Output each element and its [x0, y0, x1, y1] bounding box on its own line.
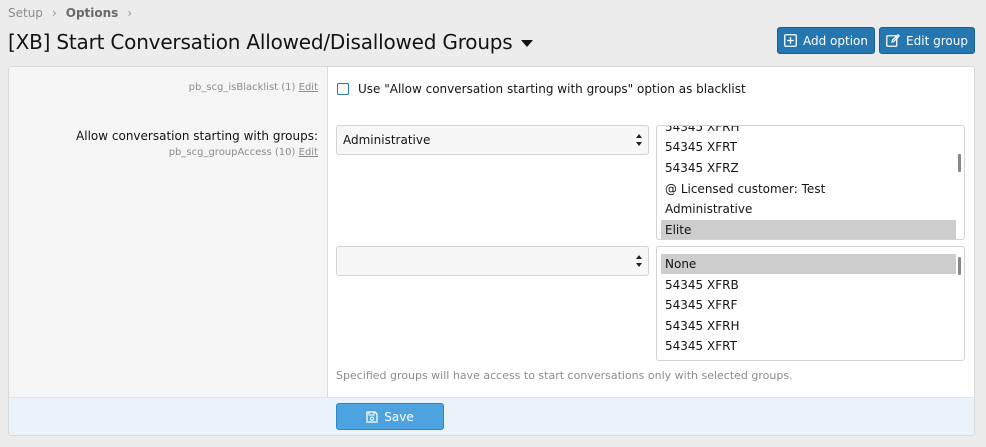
list-item[interactable]: @ Licensed customer: Test — [661, 179, 956, 199]
group-listbox-2[interactable]: None 54345 XFRB 54345 XFRF 54345 XFRH 54… — [656, 246, 965, 361]
listbox-1-scrollbar[interactable] — [958, 154, 961, 172]
add-option-button[interactable]: Add option — [777, 27, 875, 54]
list-item[interactable]: Administrative — [661, 199, 956, 219]
listbox-2-scrollbar[interactable] — [958, 257, 961, 275]
chevron-right-icon: › — [51, 6, 57, 20]
list-item[interactable]: 54345 XFRF — [661, 295, 956, 315]
blacklist-edit-link[interactable]: Edit — [299, 82, 318, 93]
list-item[interactable]: 54345 XFRH — [661, 126, 956, 137]
form-footer: Save — [9, 397, 974, 435]
plus-square-icon — [784, 34, 797, 47]
group-listbox-1[interactable]: 54345 XFRH 54345 XFRT 54345 XFRZ @ Licen… — [656, 125, 965, 240]
blacklist-checkbox-label: Use "Allow conversation starting with gr… — [358, 82, 746, 96]
save-button[interactable]: Save — [336, 403, 444, 430]
group-access-edit-link[interactable]: Edit — [299, 147, 318, 158]
add-option-label: Add option — [803, 33, 868, 48]
group-access-hint: Specified groups will have access to sta… — [336, 369, 793, 382]
list-item[interactable]: 54345 XFRT — [661, 137, 956, 157]
blacklist-option-id: pb_scg_isBlacklist (1) — [188, 82, 296, 93]
list-item[interactable]: 54345 XFRH — [661, 316, 956, 336]
blacklist-checkbox[interactable] — [337, 83, 349, 95]
list-item-selected[interactable]: Elite — [661, 220, 956, 239]
select-arrows-icon — [636, 255, 642, 267]
edit-group-label: Edit group — [906, 33, 968, 48]
group-access-option-meta: pb_scg_groupAccess (10) Edit — [169, 147, 318, 158]
blacklist-checkbox-row[interactable]: Use "Allow conversation starting with gr… — [337, 82, 746, 96]
save-label: Save — [384, 409, 414, 424]
group-select-1-value: Administrative — [343, 133, 431, 147]
chevron-right-icon: › — [127, 6, 133, 20]
list-item[interactable]: 54345 XFRZ — [661, 158, 956, 178]
group-access-label: Allow conversation starting with groups: — [76, 129, 318, 143]
edit-group-button[interactable]: Edit group — [879, 27, 975, 54]
select-arrows-icon — [636, 134, 642, 146]
save-icon — [366, 410, 378, 423]
group-select-1[interactable]: Administrative — [336, 125, 649, 155]
options-panel: pb_scg_isBlacklist (1) Edit Allow conver… — [8, 66, 975, 436]
caret-down-icon[interactable] — [520, 39, 533, 47]
edit-icon — [886, 34, 901, 47]
page-title-text: [XB] Start Conversation Allowed/Disallow… — [8, 30, 513, 54]
list-item-selected[interactable]: None — [661, 254, 956, 274]
page-title[interactable]: [XB] Start Conversation Allowed/Disallow… — [8, 30, 533, 54]
group-select-2[interactable] — [336, 246, 649, 276]
labels-column: pb_scg_isBlacklist (1) Edit Allow conver… — [9, 67, 328, 397]
blacklist-option-meta: pb_scg_isBlacklist (1) Edit — [189, 82, 318, 93]
list-item[interactable]: 54345 XFRB — [661, 275, 956, 295]
list-item[interactable]: 54345 XFRT — [661, 336, 956, 356]
breadcrumb-setup[interactable]: Setup — [8, 6, 43, 20]
breadcrumb: Setup › Options › — [8, 6, 141, 20]
breadcrumb-options[interactable]: Options — [66, 6, 119, 20]
group-access-option-id: pb_scg_groupAccess (10) — [168, 147, 296, 158]
